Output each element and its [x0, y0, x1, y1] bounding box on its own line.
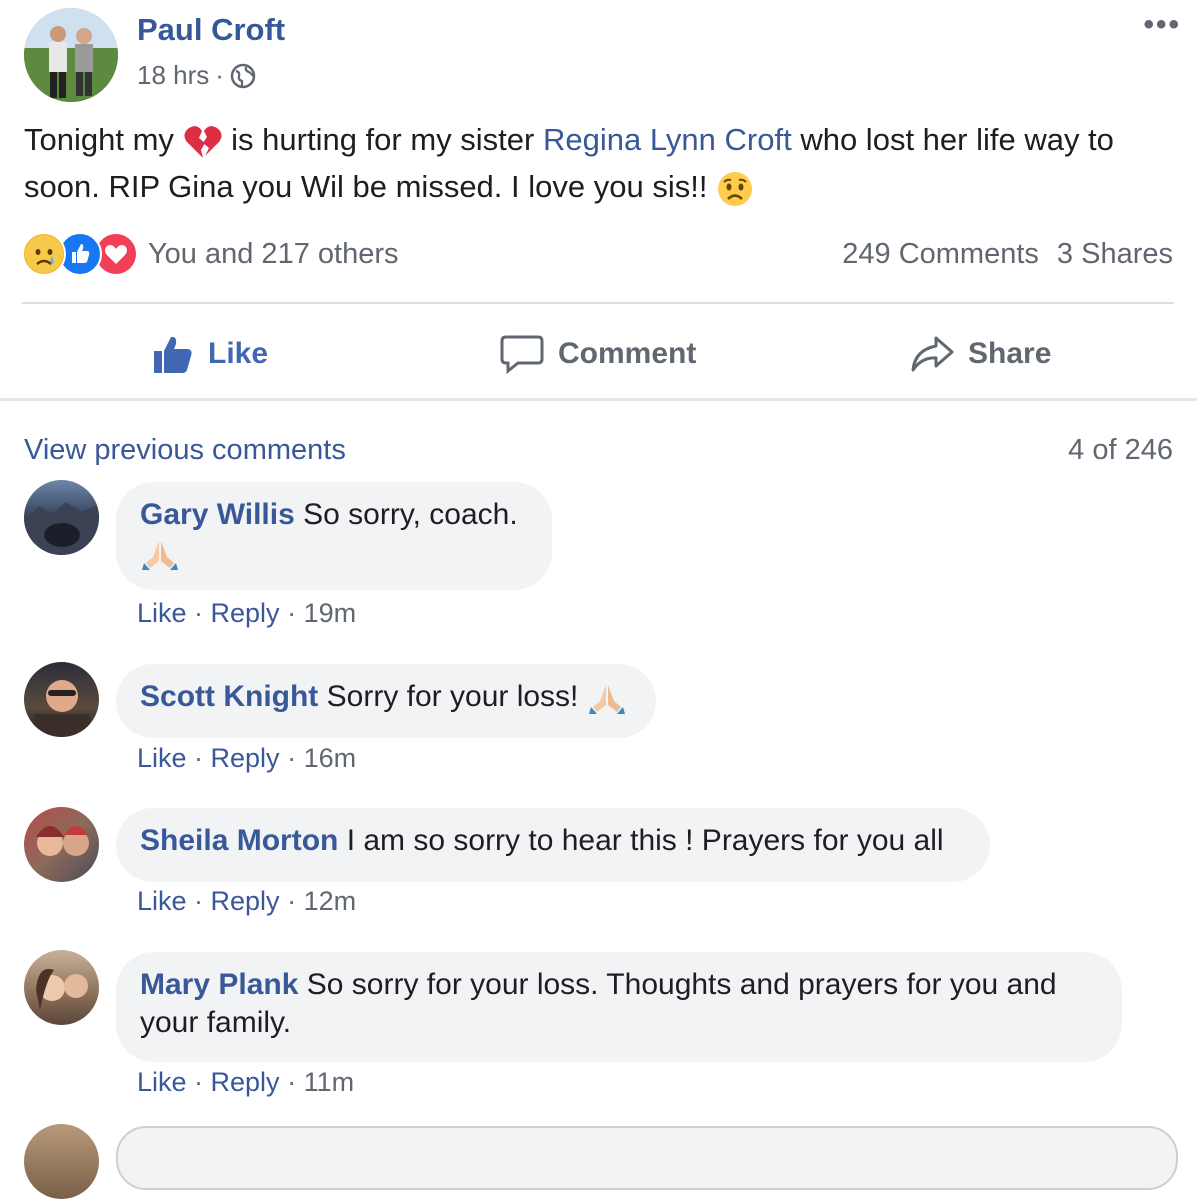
comment-reply-link[interactable]: Reply: [211, 886, 280, 916]
post-meta: 18 hrs ·: [137, 60, 256, 91]
comment-reply-link[interactable]: Reply: [211, 598, 280, 628]
current-user-avatar: [24, 1124, 99, 1199]
comment-text: Sorry for your loss!: [326, 680, 579, 713]
post-counts: 249 Comments 3 Shares: [842, 238, 1173, 271]
write-comment-input[interactable]: [116, 1126, 1178, 1190]
comment-bubble: Scott Knight Sorry for your loss!: [116, 664, 656, 738]
comment-like-link[interactable]: Like: [137, 1067, 187, 1097]
reactions-summary[interactable]: You and 217 others: [22, 232, 398, 276]
divider: [0, 398, 1197, 401]
author-avatar[interactable]: [24, 8, 118, 102]
commenter-avatar[interactable]: [24, 807, 99, 882]
love-reaction-heart: [97, 235, 135, 273]
thumbs-up-icon: [154, 336, 192, 373]
sad-reaction-icon: [22, 232, 66, 276]
comment-meta: Like · Reply · 19m: [137, 598, 357, 628]
commenter-name[interactable]: Sheila Morton: [140, 824, 338, 857]
commenter-name[interactable]: Scott Knight: [140, 680, 318, 713]
comment-time[interactable]: 19m: [304, 598, 357, 628]
comment-time[interactable]: 16m: [304, 743, 357, 773]
author-photo: [24, 8, 118, 102]
shares-count[interactable]: 3 Shares: [1057, 238, 1173, 271]
comment-reply-link[interactable]: Reply: [211, 743, 280, 773]
comment-reply-link[interactable]: Reply: [211, 1067, 280, 1097]
comment-bubble: Sheila Morton I am so sorry to hear this…: [116, 808, 990, 882]
broken-heart-icon: [183, 125, 222, 158]
comment-bubble: Mary Plank So sorry for your loss. Thoug…: [116, 952, 1122, 1062]
view-previous-comments-link[interactable]: View previous comments: [24, 434, 346, 467]
comment-like-link[interactable]: Like: [137, 598, 187, 628]
comment-icon: [500, 335, 544, 375]
divider: [22, 302, 1174, 304]
commenter-name[interactable]: Mary Plank: [140, 968, 298, 1001]
sad-reaction-face: [25, 235, 63, 273]
comment-meta: Like · Reply · 16m: [137, 743, 357, 773]
comment-like-link[interactable]: Like: [137, 886, 187, 916]
commenter-avatar[interactable]: [24, 662, 99, 737]
comment-text: So sorry, coach.: [303, 498, 518, 531]
post-time[interactable]: 18 hrs: [137, 60, 209, 91]
comment-time[interactable]: 11m: [304, 1067, 355, 1097]
meta-separator: ·: [215, 60, 224, 90]
post-text-part2: is hurting for my sister: [231, 122, 535, 157]
comment-like-link[interactable]: Like: [137, 743, 187, 773]
sad-face-icon: [718, 171, 753, 206]
avatar-photo: [24, 502, 99, 555]
comment-time[interactable]: 12m: [304, 886, 357, 916]
share-icon: [911, 336, 954, 372]
post-author-name[interactable]: Paul Croft: [137, 12, 285, 48]
avatar-photo: [36, 968, 88, 1010]
avatar-photo: [34, 680, 90, 737]
comment-meta: Like · Reply · 12m: [137, 886, 357, 916]
post-text-part1: Tonight my: [24, 122, 174, 157]
share-button[interactable]: Share: [910, 318, 1051, 390]
like-reaction-thumb: [61, 235, 99, 273]
globe-icon[interactable]: [230, 63, 256, 89]
comment-bubble: Gary Willis So sorry, coach.: [116, 482, 552, 590]
comments-pager: 4 of 246: [1068, 434, 1173, 466]
praying-hands-icon: [142, 541, 178, 571]
mention-link[interactable]: Regina Lynn Croft: [543, 122, 792, 157]
praying-hands-icon: [588, 685, 625, 715]
avatar-photo: [36, 826, 89, 856]
post-text: Tonight my is hurting for my sister Regi…: [24, 116, 1174, 210]
comments-count[interactable]: 249 Comments: [842, 238, 1039, 271]
comment-meta: Like · Reply · 11m: [137, 1067, 355, 1097]
share-label: Share: [968, 337, 1052, 370]
like-button[interactable]: Like: [152, 318, 268, 390]
reactions-text[interactable]: You and 217 others: [148, 238, 398, 271]
comment-label: Comment: [558, 337, 697, 370]
commenter-name[interactable]: Gary Willis: [140, 498, 295, 531]
comment-button[interactable]: Comment: [500, 318, 696, 390]
like-label: Like: [208, 337, 269, 370]
commenter-avatar[interactable]: [24, 950, 99, 1025]
commenter-avatar[interactable]: [24, 480, 99, 555]
more-options-icon[interactable]: •••: [1143, 8, 1181, 42]
post-actions-bar: Like Comment Share: [0, 318, 1197, 390]
comment-text: I am so sorry to hear this ! Prayers for…: [346, 824, 944, 857]
